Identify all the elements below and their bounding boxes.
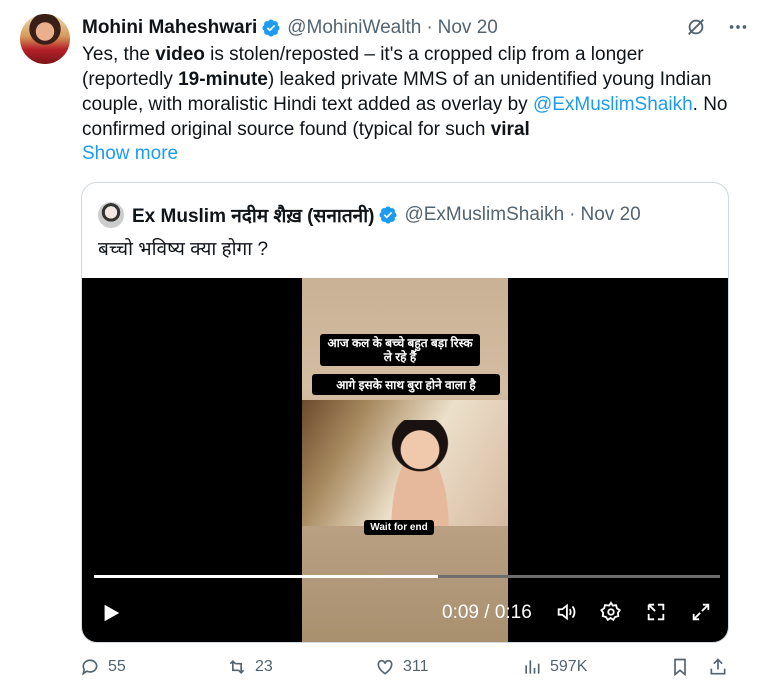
author-handle[interactable]: @MohiniWealth (287, 17, 421, 39)
verified-badge-icon (261, 18, 281, 38)
video-player[interactable]: आज कल के बच्चे बहुत बड़ा रिस्क ले रहे है… (82, 278, 728, 642)
quoted-post-text: बच्चो भविष्य क्या होगा ? (98, 239, 269, 260)
verified-badge-icon (378, 205, 398, 225)
separator: · (426, 17, 433, 38)
video-subject (380, 420, 460, 526)
share-button[interactable] (708, 657, 728, 677)
mention-link[interactable]: @ExMuslimShaikh (533, 94, 693, 115)
post-text: Yes, the video is stolen/reposted – it's… (82, 42, 732, 142)
repost-count: 23 (255, 658, 273, 675)
more-options-icon[interactable] (726, 15, 750, 39)
video-controls: 0:09 / 0:16 (82, 600, 728, 628)
video-progress-bar[interactable] (94, 575, 720, 578)
post-actions: 55 23 311 597K (80, 655, 732, 683)
views-chart-icon (525, 660, 540, 674)
video-caption: आगे इसके साथ बुरा होने वाला है (312, 374, 500, 395)
reply-button[interactable]: 55 (80, 657, 126, 677)
post-text-bold: viral (490, 119, 530, 140)
video-caption: Wait for end (364, 520, 434, 535)
share-icon (710, 658, 726, 675)
post-text-bold: 19-minute (178, 69, 268, 90)
post-date[interactable]: Nov 20 (438, 17, 498, 39)
view-count: 597K (550, 658, 588, 675)
like-button[interactable]: 311 (375, 657, 429, 677)
fullscreen-icon[interactable] (689, 600, 713, 624)
reply-icon (82, 659, 98, 676)
bookmark-icon (674, 658, 686, 677)
video-scene (302, 400, 508, 526)
repost-icon (229, 659, 245, 675)
author-name[interactable]: Mohini Maheshwari (82, 17, 257, 39)
pip-icon[interactable] (644, 600, 668, 624)
views-button[interactable]: 597K (522, 657, 587, 677)
play-icon[interactable] (100, 602, 122, 629)
video-caption: आज कल के बच्चे बहुत बड़ा रिस्क ले रहे है… (320, 334, 480, 366)
separator: · (569, 204, 576, 225)
quoted-author-name: Ex Muslim नदीम शैख़ (सनातनी) (132, 206, 375, 227)
video-progress-fill (94, 575, 439, 578)
heart-icon (377, 659, 393, 675)
video-frame: आज कल के बच्चे बहुत बड़ा रिस्क ले रहे है… (302, 278, 508, 642)
bookmark-button[interactable] (670, 657, 690, 677)
reply-count: 55 (108, 658, 126, 675)
post-text-bold: video (155, 44, 205, 65)
video-time: 0:09 / 0:16 (442, 602, 532, 623)
post-header: Mohini Maheshwari @MohiniWealth · Nov 20 (82, 15, 750, 41)
settings-gear-icon[interactable] (599, 600, 623, 624)
volume-icon[interactable] (554, 600, 578, 624)
show-more-link[interactable]: Show more (82, 143, 178, 165)
author-avatar[interactable] (20, 14, 70, 64)
post-text-part: Yes, the (82, 44, 156, 65)
repost-button[interactable]: 23 (227, 657, 273, 677)
quoted-post[interactable]: Ex Muslim नदीम शैख़ (सनातनी) @ExMuslimSh… (81, 182, 729, 643)
like-count: 311 (403, 658, 429, 675)
quoted-author-handle: @ExMuslimShaikh (404, 204, 565, 225)
grok-icon[interactable] (684, 15, 708, 39)
quoted-post-header: Ex Muslim नदीम शैख़ (सनातनी) @ExMuslimSh… (98, 202, 712, 228)
quoted-author-avatar (98, 202, 124, 228)
quoted-post-date: Nov 20 (580, 204, 641, 225)
